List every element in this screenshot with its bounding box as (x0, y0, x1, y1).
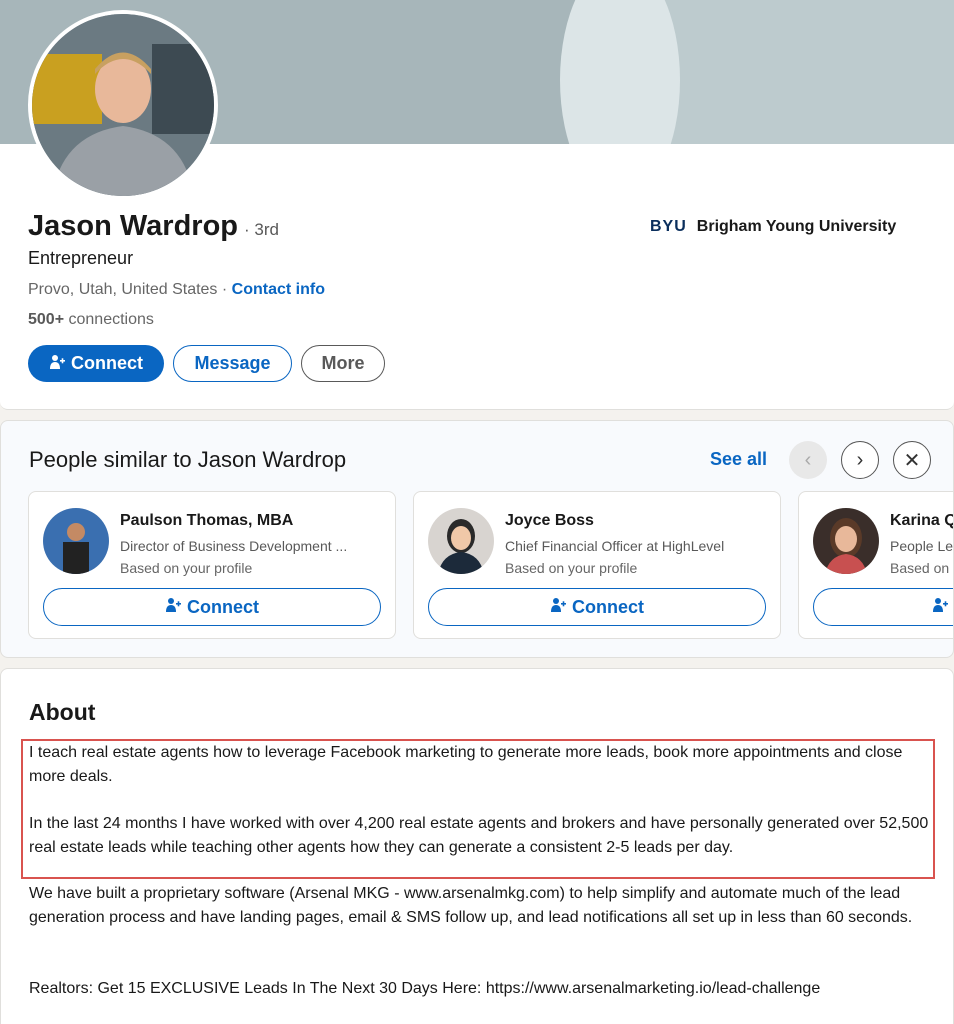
person-connect-button[interactable] (813, 588, 953, 626)
similar-person-card[interactable]: Joyce Boss Chief Financial Officer at Hi… (413, 491, 781, 639)
about-paragraph: Realtors: Get 15 EXCLUSIVE Leads In The … (29, 980, 821, 997)
education-logo: BYU (650, 218, 687, 235)
connect-button-label: Connect (71, 353, 143, 373)
person-title: Chief Financial Officer at HighLevel (505, 538, 725, 554)
separator: · (217, 281, 232, 298)
connections-label: connections (64, 311, 154, 328)
profile-name: Jason Wardrop (28, 210, 239, 242)
see-all-link[interactable]: See all (710, 449, 767, 470)
dismiss-button[interactable]: ✕ (893, 441, 931, 479)
add-person-icon (932, 597, 948, 617)
profile-headline: Entrepreneur (28, 248, 134, 268)
profile-card: Jason Wardrop · 3rd Entrepreneur Provo, … (0, 0, 954, 410)
education-name: Brigham Young University (696, 218, 897, 235)
profile-avatar[interactable] (28, 10, 218, 200)
similar-title: People similar to Jason Wardrop (29, 447, 347, 472)
about-title: About (29, 699, 96, 725)
chevron-left-icon: ‹ (804, 448, 812, 471)
about-card: About I teach real estate agents how to … (0, 668, 954, 1024)
connection-degree: · 3rd (244, 220, 279, 239)
similar-person-card[interactable]: Paulson Thomas, MBA Director of Business… (28, 491, 396, 639)
person-basis: Based on (890, 560, 950, 576)
add-person-icon (49, 354, 65, 374)
person-connect-label: Connect (187, 596, 259, 617)
person-basis: Based on your profile (505, 560, 638, 576)
name-row: Jason Wardrop · 3rd (28, 210, 279, 243)
carousel-next-button[interactable]: › (841, 441, 879, 479)
person-avatar[interactable] (43, 508, 109, 574)
person-connect-label: Connect (572, 596, 644, 617)
profile-location: Provo, Utah, United States (28, 281, 218, 298)
people-similar-card: People similar to Jason Wardrop See all … (0, 420, 954, 658)
connections-number: 500+ (28, 311, 65, 328)
similar-person-card[interactable]: Karina Q People Le Based on (798, 491, 954, 639)
add-person-icon (165, 597, 181, 617)
person-name[interactable]: Karina Q (890, 512, 953, 530)
person-basis: Based on your profile (120, 560, 253, 576)
person-avatar[interactable] (813, 508, 879, 574)
person-title: Director of Business Development ... (120, 538, 348, 554)
message-button-label: Message (194, 353, 271, 373)
person-connect-button[interactable]: Connect (428, 588, 766, 626)
person-name[interactable]: Paulson Thomas, MBA (120, 512, 293, 530)
chevron-right-icon: › (856, 448, 864, 471)
more-button-label: More (321, 353, 365, 373)
more-button[interactable]: More (301, 345, 385, 382)
about-paragraph: We have built a proprietary software (Ar… (29, 885, 913, 926)
education-link[interactable]: BYU Brigham Young University (650, 218, 896, 236)
add-person-icon (550, 597, 566, 617)
person-connect-button[interactable]: Connect (43, 588, 381, 626)
about-paragraph: I teach real estate agents how to levera… (29, 744, 903, 785)
close-icon: ✕ (903, 449, 921, 472)
contact-info-link[interactable]: Contact info (232, 281, 325, 298)
message-button[interactable]: Message (173, 345, 292, 382)
person-title: People Le (890, 538, 954, 554)
profile-actions: Connect Message More (28, 345, 385, 382)
location-row: Provo, Utah, United States · Contact inf… (28, 281, 325, 299)
connections-count[interactable]: 500+ connections (28, 311, 154, 329)
person-avatar[interactable] (428, 508, 494, 574)
carousel-prev-button[interactable]: ‹ (789, 441, 827, 479)
person-name[interactable]: Joyce Boss (505, 512, 594, 530)
about-paragraph: In the last 24 months I have worked with… (29, 815, 929, 856)
connect-button[interactable]: Connect (28, 345, 164, 382)
